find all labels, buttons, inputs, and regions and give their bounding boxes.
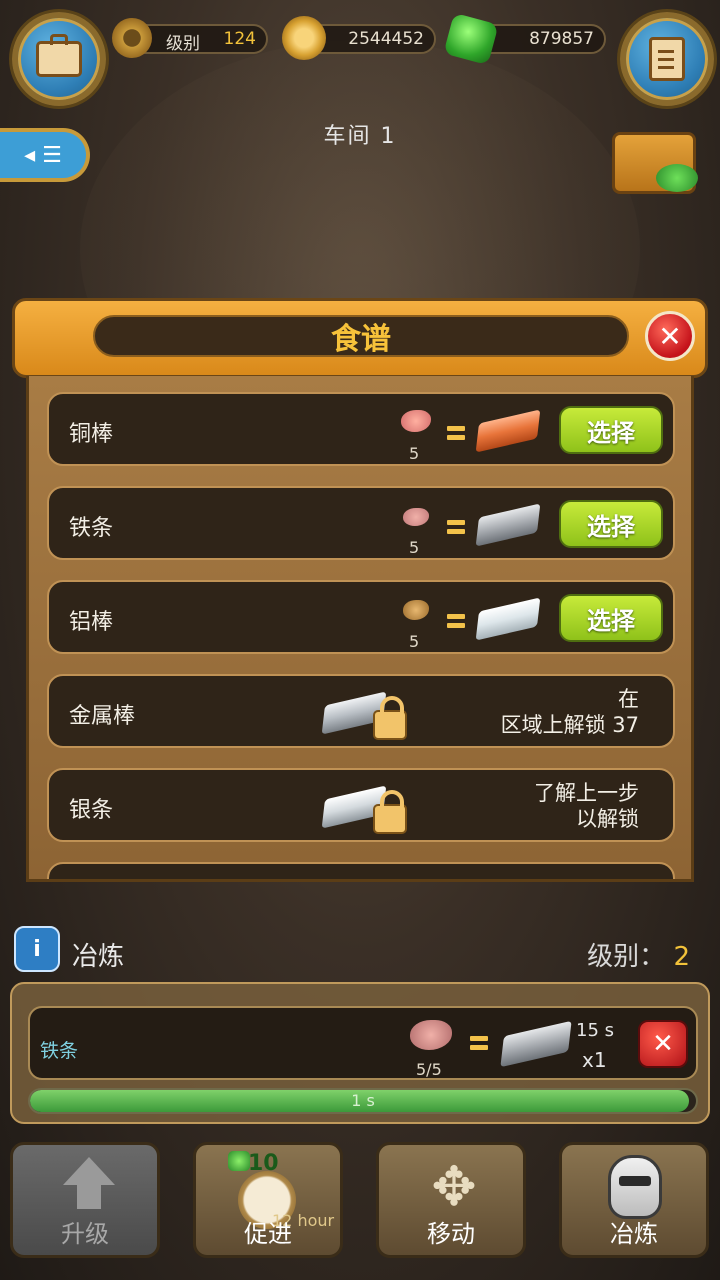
recipe-name: 铁条: [69, 516, 114, 541]
move-button[interactable]: ✥ 移动: [376, 1142, 526, 1258]
welding-mask-icon: [608, 1155, 662, 1219]
aluminium-ore-icon: [403, 600, 429, 620]
treasure-chest-button[interactable]: [612, 124, 700, 196]
smelt-queue-item: 铁条 5/5 15 s x1 ✕: [28, 1006, 698, 1080]
smelt-button-label: 冶炼: [610, 1220, 658, 1248]
recipe-row-silver-locked: 银条 了解上一步 以解锁: [47, 768, 675, 842]
select-button[interactable]: 选择: [559, 406, 663, 454]
unlock-hint-line1: 了解上一步: [534, 781, 639, 805]
equals-icon: [470, 1036, 488, 1050]
recipe-row-aluminium: 铝棒 5 选择: [47, 580, 675, 654]
ore-count: 5: [409, 444, 420, 463]
iron-ore-icon: [410, 1020, 452, 1050]
select-label: 选择: [587, 418, 635, 447]
recipe-panel-title: 食谱: [331, 322, 391, 357]
close-panel-button[interactable]: ✕: [645, 311, 695, 361]
back-menu-icon: ◂ ☰: [24, 142, 62, 168]
aluminium-ingot-icon: [475, 597, 541, 641]
select-button[interactable]: 选择: [559, 594, 663, 642]
recipe-row-copper: 铜棒 5 选择: [47, 392, 675, 466]
equals-icon: [447, 520, 465, 534]
recipe-row-partial: [47, 862, 675, 879]
smelt-item-name: 铁条: [40, 1040, 79, 1062]
level-label: 级别: [166, 34, 200, 54]
copper-ore-icon: [401, 410, 431, 432]
smelt-queue-panel: 铁条 5/5 15 s x1 ✕ 1 s: [10, 982, 710, 1124]
gear-icon: [112, 18, 152, 58]
upgrade-button[interactable]: 升级: [10, 1142, 160, 1258]
smelt-time: 15 s: [576, 1020, 615, 1041]
iron-ore-icon: [403, 508, 429, 526]
smelt-level-value: 2: [673, 942, 690, 972]
smelt-level: 级别： 2: [587, 936, 690, 973]
unlock-hint-line2: 以解锁: [576, 807, 639, 831]
unlock-hint: 了解上一步 以解锁: [534, 780, 639, 832]
select-label: 选择: [587, 512, 635, 541]
move-label: 移动: [427, 1220, 475, 1248]
iron-ingot-icon: [500, 1020, 572, 1068]
smelt-level-label: 级别：: [587, 942, 666, 972]
copper-ingot-icon: [475, 409, 541, 453]
upgrade-label: 升级: [61, 1220, 109, 1248]
clipboard-button[interactable]: [620, 12, 714, 106]
back-menu-button[interactable]: ◂ ☰: [0, 128, 90, 182]
gem-pile-icon: [656, 164, 698, 192]
smelt-title: 冶炼: [72, 942, 125, 972]
smelt-progress-text: 1 s: [351, 1091, 375, 1110]
coin-icon: [282, 16, 326, 60]
recipe-row-iron: 铁条 5 选择: [47, 486, 675, 560]
gem-icon: [228, 1151, 250, 1171]
select-button[interactable]: 选择: [559, 500, 663, 548]
move-arrows-icon: ✥: [431, 1154, 477, 1218]
recipe-panel-title-bar: 食谱: [93, 315, 629, 357]
info-button[interactable]: i: [14, 926, 60, 972]
smelt-ore-count: 5/5: [416, 1060, 442, 1079]
cancel-smelt-button[interactable]: ✕: [638, 1020, 688, 1068]
boost-button[interactable]: 10 12 hour 促进: [193, 1142, 343, 1258]
unlock-hint-line1: 在: [618, 687, 639, 711]
iron-ingot-icon: [475, 503, 541, 547]
up-arrow-stem: [77, 1185, 101, 1209]
recipe-row-metal-locked: 金属棒 在 区域上解锁 37: [47, 674, 675, 748]
select-label: 选择: [587, 606, 635, 635]
close-icon: ✕: [652, 1029, 674, 1059]
briefcase-button[interactable]: [12, 12, 106, 106]
smelt-progress-bar: 1 s: [28, 1088, 698, 1114]
briefcase-icon: [36, 34, 82, 77]
recipe-name: 金属棒: [69, 704, 136, 729]
up-arrow-icon: [63, 1157, 115, 1185]
recipe-name: 铝棒: [69, 610, 114, 635]
recipe-list: 铜棒 5 选择 铁条 5 选择 铝棒 5 选择 金属棒 在 区域上解锁 37 银…: [26, 376, 694, 882]
lock-icon: [373, 696, 407, 740]
equals-icon: [447, 426, 465, 440]
smelt-button[interactable]: 冶炼: [559, 1142, 709, 1258]
close-icon: ✕: [658, 319, 682, 353]
recipe-name: 银条: [69, 798, 114, 823]
recipe-name: 铜棒: [69, 422, 114, 447]
level-value: 124: [223, 29, 256, 49]
lock-icon: [373, 790, 407, 834]
recipe-panel-header: 食谱 ✕: [12, 298, 708, 378]
gems-value: 879857: [529, 29, 594, 49]
unlock-hint: 在 区域上解锁 37: [501, 686, 639, 738]
clipboard-icon: [649, 37, 685, 81]
coins-value: 2544452: [348, 29, 424, 49]
ore-count: 5: [409, 632, 420, 651]
equals-icon: [447, 614, 465, 628]
info-icon: i: [33, 936, 41, 962]
unlock-hint-line2: 区域上解锁 37: [500, 713, 639, 737]
ore-count: 5: [409, 538, 420, 557]
boost-label: 促进: [244, 1220, 292, 1248]
smelt-quantity: x1: [582, 1048, 607, 1072]
